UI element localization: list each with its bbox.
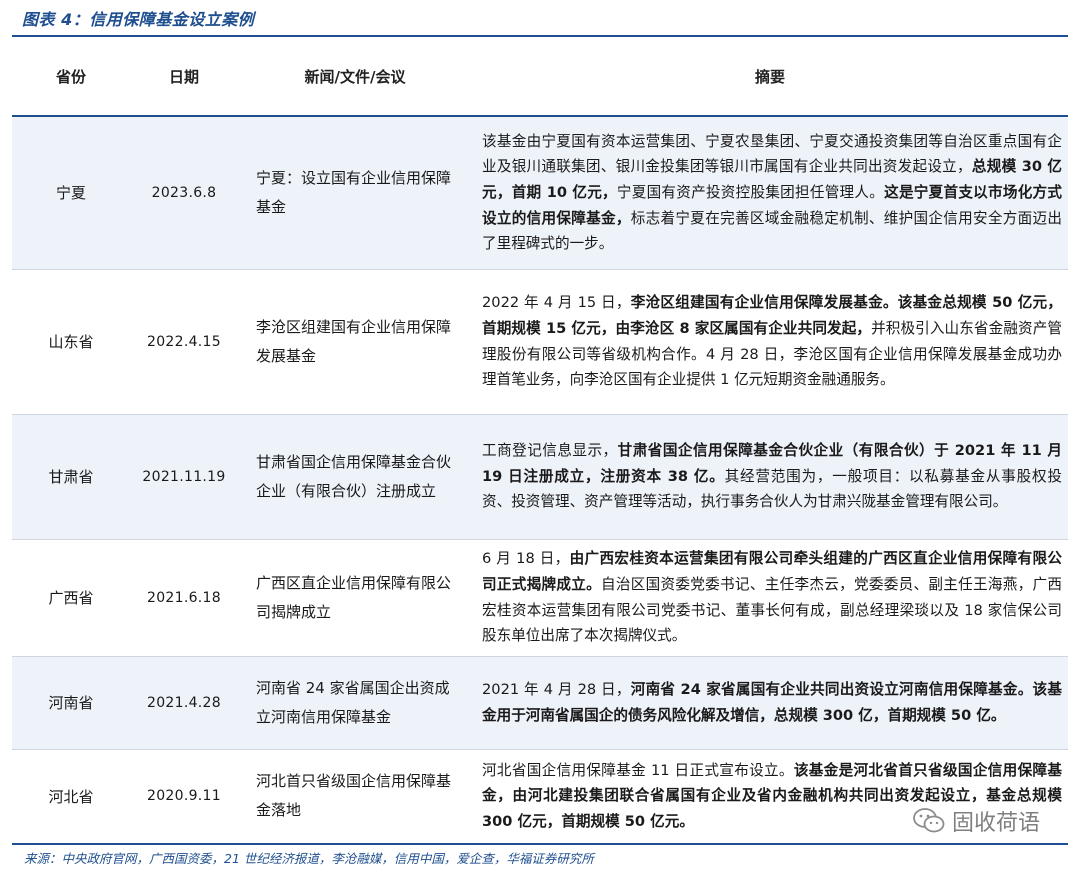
- cell-news: 河北首只省级国企信用保障基金落地: [238, 749, 472, 845]
- cell-province: 河北省: [12, 749, 130, 845]
- summary-segment: 河北省国企信用保障基金 11 日正式宣布设立。: [482, 761, 794, 779]
- table-row: 河北省 2020.9.11 河北首只省级国企信用保障基金落地 河北省国企信用保障基金 …: [12, 749, 1068, 845]
- cell-date: 2022.4.15: [130, 269, 238, 415]
- table-row: 广西省 2021.6.18 广西区直企业信用保障有限公司揭牌成立 6 月 18 日，由…: [12, 539, 1068, 657]
- cell-date: 2023.6.8: [130, 116, 238, 270]
- cell-province: 山东省: [12, 269, 130, 415]
- header-summary: 摘要: [472, 37, 1068, 117]
- summary-segment: 2021 年 4 月 28 日，: [482, 680, 631, 698]
- cell-summary: 6 月 18 日，由广西宏桂资本运营集团有限公司牵头组建的广西区直企业信用保障有…: [472, 539, 1068, 657]
- table-row: 甘肃省 2021.11.19 甘肃省国企信用保障基金合伙企业（有限合伙）注册成立 工商…: [12, 414, 1068, 540]
- cell-news: 宁夏：设立国有企业信用保障基金: [238, 116, 472, 270]
- table-row: 宁夏 2023.6.8 宁夏：设立国有企业信用保障基金 该基金由宁夏国有资本运营集团、…: [12, 116, 1068, 270]
- summary-segment: 宁夏国有资产投资控股集团担任管理人。: [616, 183, 885, 201]
- cell-summary: 工商登记信息显示，甘肃省国企信用保障基金合伙企业（有限合伙）于 2021 年 1…: [472, 414, 1068, 540]
- cell-province: 河南省: [12, 656, 130, 750]
- cell-province: 宁夏: [12, 116, 130, 270]
- table-header-row: 省份 日期 新闻/文件/会议 摘要: [12, 37, 1068, 117]
- cell-news: 甘肃省国企信用保障基金合伙企业（有限合伙）注册成立: [238, 414, 472, 540]
- table-row: 河南省 2021.4.28 河南省 24 家省属国企出资成立河南信用保障基金 2021…: [12, 656, 1068, 750]
- cell-date: 2021.4.28: [130, 656, 238, 750]
- cell-news: 李沧区组建国有企业信用保障发展基金: [238, 269, 472, 415]
- source-note: 来源：中央政府官网，广西国资委，21 世纪经济报道，李沧融媒，信用中国，爱企查，…: [24, 851, 594, 866]
- header-date: 日期: [130, 37, 238, 117]
- cell-summary: 2022 年 4 月 15 日，李沧区组建国有企业信用保障发展基金。该基金总规模…: [472, 269, 1068, 415]
- cell-summary: 2021 年 4 月 28 日，河南省 24 家省属国有企业共同出资设立河南信用…: [472, 656, 1068, 750]
- cell-summary: 该基金由宁夏国有资本运营集团、宁夏农垦集团、宁夏交通投资集团等自治区重点国有企业…: [472, 116, 1068, 270]
- cell-date: 2021.11.19: [130, 414, 238, 540]
- watermark-text: 固收荷语: [951, 811, 1040, 836]
- table-row: 山东省 2022.4.15 李沧区组建国有企业信用保障发展基金 2022 年 4 月 …: [12, 269, 1068, 415]
- summary-segment: 6 月 18 日，: [482, 550, 570, 568]
- fund-cases-table: 省份 日期 新闻/文件/会议 摘要 宁夏 2023.6.8 宁夏：设立国有企业信用保…: [12, 37, 1068, 845]
- cell-province: 广西省: [12, 539, 130, 657]
- cell-news: 河南省 24 家省属国企出资成立河南信用保障基金: [238, 656, 472, 750]
- summary-segment: 2022 年 4 月 15 日，: [482, 294, 631, 312]
- header-news: 新闻/文件/会议: [238, 37, 472, 117]
- watermark: 固收荷语: [912, 805, 1040, 837]
- cell-province: 甘肃省: [12, 414, 130, 540]
- header-province: 省份: [12, 37, 130, 117]
- summary-segment: 工商登记信息显示，: [482, 442, 618, 460]
- figure-title: 图表 4：信用保障基金设立案例: [22, 10, 255, 29]
- cell-news: 广西区直企业信用保障有限公司揭牌成立: [238, 539, 472, 657]
- wechat-icon: [913, 808, 945, 833]
- cell-date: 2020.9.11: [130, 749, 238, 845]
- cell-date: 2021.6.18: [130, 539, 238, 657]
- table-body: 宁夏 2023.6.8 宁夏：设立国有企业信用保障基金 该基金由宁夏国有资本运营集团、…: [12, 116, 1068, 845]
